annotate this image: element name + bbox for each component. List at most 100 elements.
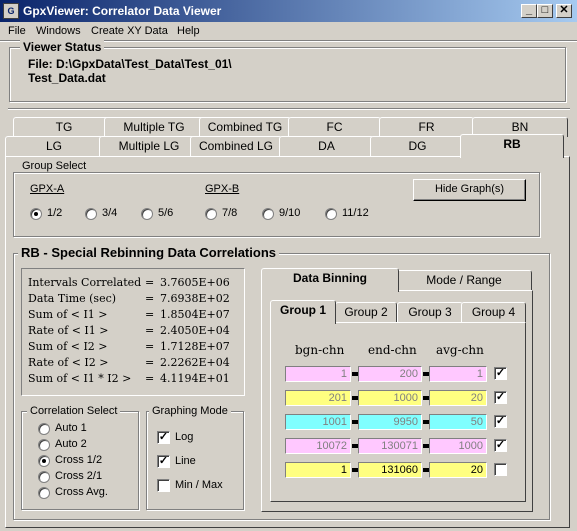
avg-chn-field[interactable]: 1000 xyxy=(429,438,487,454)
log-checkbox[interactable]: ✓ xyxy=(157,431,170,444)
tab-combined-lg[interactable]: Combined LG xyxy=(190,136,282,156)
row-enable-checkbox[interactable]: ✓ xyxy=(494,391,507,404)
corr-radio-auto-2-label: Auto 2 xyxy=(55,438,87,450)
title-bar[interactable]: G GpxViewer: Correlator Data Viewer _ □ … xyxy=(0,0,577,22)
range-dash xyxy=(423,396,429,400)
bgn-chn-field[interactable]: 1001 xyxy=(285,414,351,430)
minimize-button[interactable]: _ xyxy=(521,4,537,18)
file-path-line2: Test_Data.dat xyxy=(28,71,106,85)
end-chn-field[interactable]: 130071 xyxy=(358,438,422,454)
header-avg-chn: avg-chn xyxy=(436,343,484,357)
corr-radio-auto-1[interactable] xyxy=(38,423,50,435)
stat-value: 1.7128E+07 xyxy=(160,340,230,353)
stat-equals: = xyxy=(145,356,155,369)
row-enable-checkbox[interactable] xyxy=(494,463,507,476)
tab-group-2[interactable]: Group 2 xyxy=(335,302,397,322)
bgn-chn-field[interactable]: 10072 xyxy=(285,438,351,454)
header-bgn-chn: bgn-chn xyxy=(295,343,345,357)
group-radio-5-6-label: 5/6 xyxy=(158,207,174,219)
tab-rb[interactable]: RB xyxy=(460,134,564,158)
menu-help[interactable]: Help xyxy=(177,25,200,37)
tab-multiple-lg[interactable]: Multiple LG xyxy=(99,136,199,156)
group-radio-5-6[interactable] xyxy=(141,208,153,220)
stat-value: 1.8504E+07 xyxy=(160,308,230,321)
avg-chn-field[interactable]: 20 xyxy=(429,390,487,406)
corr-radio-auto-2[interactable] xyxy=(38,439,50,451)
tab-combined-tg[interactable]: Combined TG xyxy=(199,117,291,137)
row-enable-checkbox[interactable]: ✓ xyxy=(494,415,507,428)
gpx-a-label: GPX-A xyxy=(30,183,65,195)
stat-label: Sum of < I2 > xyxy=(28,340,108,353)
tab-lg[interactable]: LG xyxy=(5,136,103,156)
corr-radio-cross-2-1[interactable] xyxy=(38,471,50,483)
tab-da[interactable]: DA xyxy=(279,136,374,156)
stat-label: Rate of < I1 > xyxy=(28,324,109,337)
stat-label: Rate of < I2 > xyxy=(28,356,109,369)
avg-chn-field[interactable]: 50 xyxy=(429,414,487,430)
bgn-chn-field[interactable]: 1 xyxy=(285,366,351,382)
graphing-mode-label: Graphing Mode xyxy=(149,405,231,417)
group-radio-9-10-label: 9/10 xyxy=(279,207,301,219)
min-max-checkbox[interactable] xyxy=(157,479,170,492)
end-chn-field[interactable]: 131060 xyxy=(358,462,422,478)
end-chn-field[interactable]: 9950 xyxy=(358,414,422,430)
avg-chn-field[interactable]: 20 xyxy=(429,462,487,478)
tab-tg[interactable]: TG xyxy=(13,117,115,137)
gpx-b-label: GPX-B xyxy=(205,183,240,195)
line-checkbox-label: Line xyxy=(175,455,196,467)
hide-graphs-button[interactable]: Hide Graph(s) xyxy=(413,179,526,201)
corr-radio-cross-1-2[interactable] xyxy=(38,455,50,467)
corr-radio-auto-1-label: Auto 1 xyxy=(55,422,87,434)
rb-section-title: RB - Special Rebinning Data Correlations xyxy=(18,245,279,260)
row-enable-checkbox[interactable]: ✓ xyxy=(494,367,507,380)
row-enable-checkbox[interactable]: ✓ xyxy=(494,439,507,452)
bgn-chn-field[interactable]: 1 xyxy=(285,462,351,478)
stat-value: 7.6938E+02 xyxy=(160,292,230,305)
app-icon[interactable]: G xyxy=(3,3,19,19)
corr-radio-cross-2-1-label: Cross 2/1 xyxy=(55,470,103,482)
tab-group-4[interactable]: Group 4 xyxy=(461,302,526,322)
range-dash xyxy=(352,468,358,472)
bgn-chn-field[interactable]: 201 xyxy=(285,390,351,406)
range-dash xyxy=(352,372,358,376)
group-radio-1-2-label: 1/2 xyxy=(47,207,63,219)
range-dash xyxy=(423,372,429,376)
stat-label: Sum of < I1 > xyxy=(28,308,108,321)
group-radio-3-4-label: 3/4 xyxy=(102,207,118,219)
range-dash xyxy=(352,444,358,448)
group-radio-11-12[interactable] xyxy=(325,208,337,220)
group-radio-1-2[interactable] xyxy=(30,208,42,220)
log-checkbox-label: Log xyxy=(175,431,194,443)
line-checkbox[interactable]: ✓ xyxy=(157,455,170,468)
stat-equals: = xyxy=(145,372,155,385)
stat-equals: = xyxy=(145,292,155,305)
tab-mode-range[interactable]: Mode / Range xyxy=(396,270,532,290)
stat-value: 4.1194E+01 xyxy=(160,372,230,385)
maximize-button[interactable]: □ xyxy=(537,4,553,18)
tab-fc[interactable]: FC xyxy=(288,117,381,137)
tab-group-1[interactable]: Group 1 xyxy=(270,300,336,324)
window-title: GpxViewer: Correlator Data Viewer xyxy=(23,4,222,18)
end-chn-field[interactable]: 200 xyxy=(358,366,422,382)
stat-value: 2.4050E+04 xyxy=(160,324,230,337)
menu-windows[interactable]: Windows xyxy=(36,25,81,37)
avg-chn-field[interactable]: 1 xyxy=(429,366,487,382)
range-dash xyxy=(352,396,358,400)
group-radio-11-12-label: 11/12 xyxy=(342,207,369,219)
range-dash xyxy=(423,420,429,424)
group-radio-3-4[interactable] xyxy=(85,208,97,220)
tab-data-binning[interactable]: Data Binning xyxy=(261,268,399,292)
tab-multiple-tg[interactable]: Multiple TG xyxy=(104,117,204,137)
end-chn-field[interactable]: 1000 xyxy=(358,390,422,406)
tab-fr[interactable]: FR xyxy=(379,117,474,137)
group-radio-7-8[interactable] xyxy=(205,208,217,220)
tab-group-3[interactable]: Group 3 xyxy=(397,302,463,322)
range-dash xyxy=(423,444,429,448)
group-radio-9-10[interactable] xyxy=(262,208,274,220)
header-end-chn: end-chn xyxy=(368,343,417,357)
close-button[interactable]: ✕ xyxy=(556,4,572,18)
menu-file[interactable]: File xyxy=(8,25,26,37)
menu-create-xy-data[interactable]: Create XY Data xyxy=(91,25,168,37)
corr-radio-cross-avg[interactable] xyxy=(38,487,50,499)
tab-dg[interactable]: DG xyxy=(370,136,465,156)
